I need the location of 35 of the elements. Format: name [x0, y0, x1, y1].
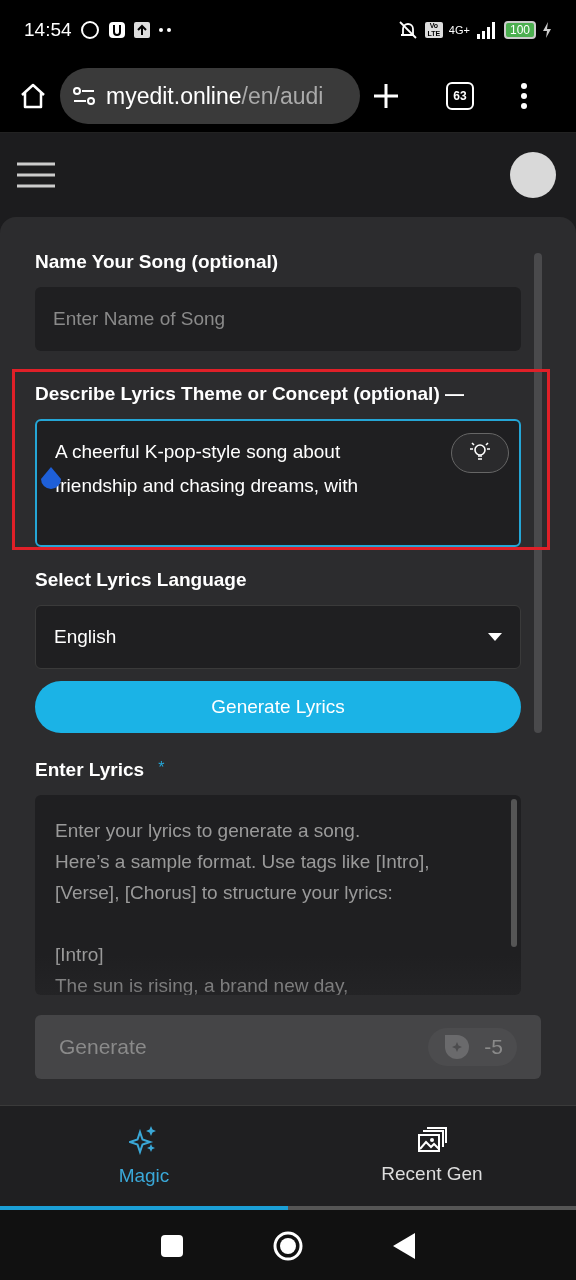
lyrics-scrollbar[interactable] [511, 799, 517, 947]
images-icon [417, 1127, 447, 1153]
credit-cost: -5 [428, 1028, 517, 1066]
avatar[interactable] [510, 152, 556, 198]
status-time: 14:54 [24, 19, 72, 41]
field-value: A cheerful K-pop-style song about friendship and chasing dreams, with [55, 441, 359, 496]
new-tab-icon[interactable] [372, 82, 400, 110]
back-icon[interactable] [393, 1233, 415, 1259]
tab-count[interactable]: 63 [446, 82, 474, 110]
required-mark: * [158, 759, 165, 778]
home-button-icon[interactable] [273, 1231, 303, 1261]
theme-field[interactable]: A cheerful K-pop-style song about friendship and chasing dreams, with [35, 419, 521, 547]
url-text: myedit.online/en/audi [106, 82, 324, 110]
field-label: Select Lyrics Language [35, 569, 248, 591]
upload-icon [133, 22, 150, 38]
field-label: Enter Lyrics [35, 759, 145, 781]
notification-icon [107, 21, 126, 39]
menu-icon[interactable] [16, 162, 56, 188]
battery-level: 100 [503, 21, 536, 39]
address-bar[interactable]: myedit.online/en/audi [60, 68, 360, 124]
signal-icon [475, 21, 498, 39]
site-settings-icon[interactable] [72, 85, 96, 107]
more-icon[interactable] [520, 83, 528, 109]
lightbulb-icon [468, 440, 492, 463]
more-notifications-icon [157, 27, 172, 33]
scrollbar[interactable] [534, 253, 542, 733]
network-type: 4G+ [448, 24, 470, 36]
field-label: Name Your Song (optional) [35, 251, 280, 273]
field-label: Describe Lyrics Theme or Concept (optional) — [35, 383, 465, 405]
dropdown-caret-icon [488, 633, 502, 641]
song-name-field[interactable]: Enter Name of Song [35, 287, 521, 351]
idea-button[interactable] [451, 433, 509, 473]
language-dropdown[interactable]: English [35, 605, 521, 669]
mute-icon [396, 20, 419, 40]
recents-icon[interactable] [161, 1235, 183, 1257]
